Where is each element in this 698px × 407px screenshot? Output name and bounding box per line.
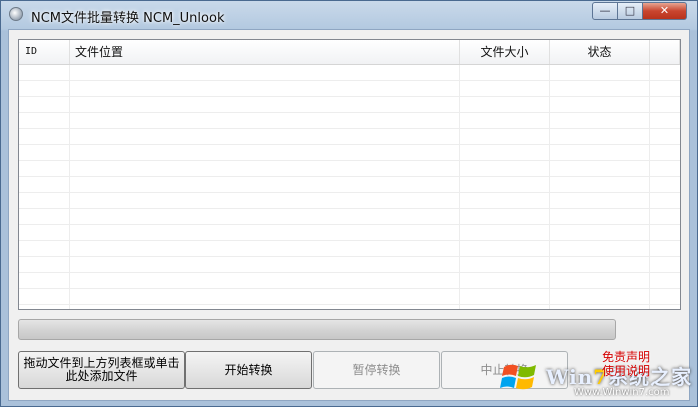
- column-header-id[interactable]: ID: [19, 40, 70, 64]
- close-icon: ✕: [659, 4, 670, 17]
- watermark-brand-prefix: Win: [546, 365, 594, 389]
- maximize-icon: □: [624, 4, 636, 17]
- pause-conversion-button[interactable]: 暂停转换: [313, 351, 440, 389]
- windows-logo-icon: [500, 364, 536, 390]
- minimize-button[interactable]: —: [592, 2, 618, 20]
- disclaimer-link[interactable]: 免责声明: [602, 350, 650, 364]
- client-area: ID 文件位置 文件大小 状态 拖动文件到上方列表框或单击此处添加文件 开始转换…: [8, 29, 690, 401]
- start-conversion-label: 开始转换: [224, 362, 273, 377]
- column-header-file-location[interactable]: 文件位置: [70, 40, 460, 64]
- file-list-rows[interactable]: [19, 65, 680, 309]
- add-files-label: 拖动文件到上方列表框或单击此处添加文件: [23, 356, 180, 383]
- app-window: NCM文件批量转换 NCM_Unlook — □ ✕ ID 文件位置 文件大小 …: [0, 0, 698, 407]
- column-divider: [459, 65, 460, 309]
- column-divider: [649, 65, 650, 309]
- start-conversion-button[interactable]: 开始转换: [185, 351, 312, 389]
- column-header-status[interactable]: 状态: [550, 40, 650, 64]
- file-list[interactable]: ID 文件位置 文件大小 状态: [18, 39, 681, 310]
- disclaimer-links: 免责声明 使用说明: [602, 350, 650, 378]
- close-button[interactable]: ✕: [643, 2, 687, 20]
- window-title: NCM文件批量转换 NCM_Unlook: [31, 11, 225, 26]
- title-bar[interactable]: NCM文件批量转换 NCM_Unlook — □ ✕: [1, 1, 697, 29]
- ncm-app-icon: [9, 7, 23, 21]
- column-header-filler: [650, 40, 680, 64]
- usage-instructions-link[interactable]: 使用说明: [602, 364, 650, 378]
- column-divider: [69, 65, 70, 309]
- file-list-header: ID 文件位置 文件大小 状态: [19, 40, 680, 65]
- minimize-icon: —: [599, 4, 611, 17]
- maximize-button[interactable]: □: [618, 2, 643, 20]
- pause-conversion-label: 暂停转换: [352, 362, 401, 377]
- column-divider: [549, 65, 550, 309]
- column-header-file-size[interactable]: 文件大小: [460, 40, 550, 64]
- watermark-url: Www.Winwin7.com: [574, 387, 670, 398]
- add-files-button[interactable]: 拖动文件到上方列表框或单击此处添加文件: [18, 351, 185, 389]
- conversion-progress-bar: [18, 319, 616, 340]
